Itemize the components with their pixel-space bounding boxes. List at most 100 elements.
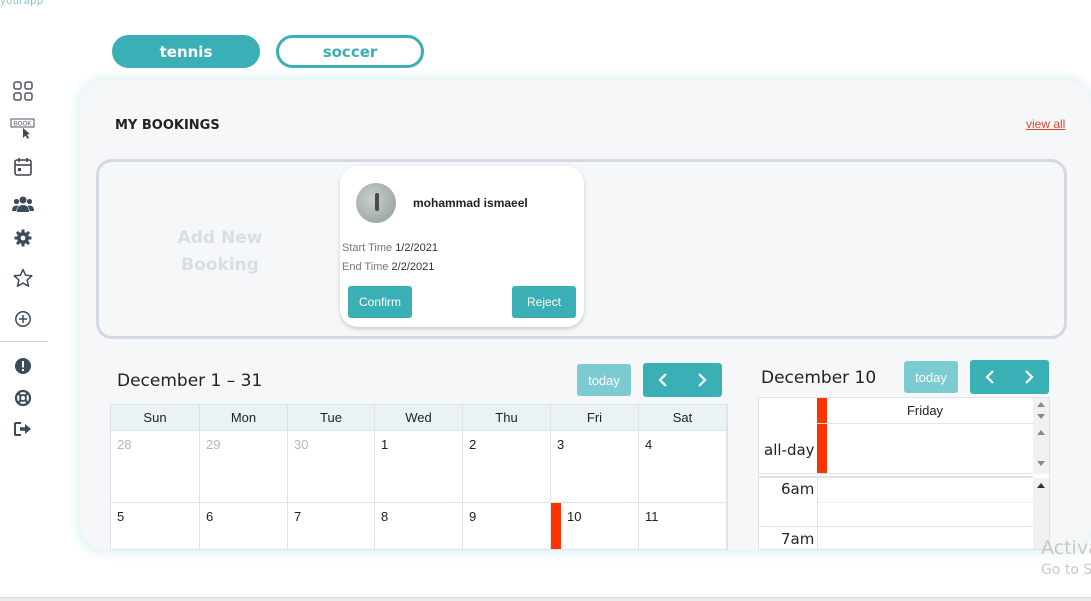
day-cell[interactable]: 2 [463, 431, 551, 503]
day-cell[interactable]: 29 [200, 431, 288, 503]
scroll-down-arrow-icon[interactable] [1037, 461, 1045, 466]
day-number: 11 [645, 509, 659, 524]
add-circle-icon[interactable] [10, 306, 36, 332]
month-nav-group [643, 363, 722, 397]
day-number: 29 [206, 437, 221, 452]
start-time-row: Start Time 1/2/2021 [342, 242, 438, 254]
day-number: 8 [381, 509, 389, 524]
day-number: 1 [381, 437, 389, 452]
day-number: 7 [294, 509, 302, 524]
end-time-value: 2/2/2021 [391, 261, 435, 273]
month-grid: Sun Mon Tue Wed Thu Fri Sat 28 29 30 1 2 3 4 5 6 7 8 9 10 1… [110, 404, 728, 550]
day-cell[interactable]: 9 [463, 503, 551, 549]
grid-icon[interactable] [10, 78, 36, 104]
day-prev-button[interactable] [970, 360, 1010, 394]
day-number: 5 [117, 509, 125, 524]
scroll-up-arrow-icon[interactable] [1037, 483, 1045, 488]
day-cell[interactable]: 7 [288, 503, 375, 549]
start-time-value: 1/2/2021 [395, 242, 439, 254]
weekday-header: Sat [639, 405, 727, 431]
view-all-link[interactable]: view all [1026, 117, 1065, 131]
day-number: 6 [206, 509, 214, 524]
day-nav-group [970, 360, 1049, 394]
day-cell[interactable]: 11 [639, 503, 727, 549]
avatar [356, 183, 396, 223]
calendar-icon[interactable] [10, 154, 36, 180]
add-new-booking-button[interactable]: Add New Booking [165, 225, 275, 279]
activate-windows-title: Activate Windows [1041, 537, 1091, 559]
month-calendar-title: December 1 – 31 [117, 371, 263, 391]
tab-tennis[interactable]: tennis [112, 35, 260, 68]
weekday-header: Tue [288, 405, 375, 431]
day-cell[interactable]: 5 [111, 503, 200, 549]
event-indicator[interactable] [551, 503, 561, 549]
all-day-scrollbar[interactable] [1033, 398, 1049, 474]
booking-card: mohammad ismaeel Start Time 1/2/2021 End… [340, 166, 584, 327]
all-day-divider [759, 476, 1033, 478]
lifebuoy-icon[interactable] [10, 385, 36, 411]
day-number: 3 [557, 437, 565, 452]
alert-icon[interactable] [10, 353, 36, 379]
time-label-7am: 7am [781, 530, 815, 548]
brand-logo: yourapp [0, 0, 44, 7]
day-cell[interactable]: 1 [375, 431, 463, 503]
weekday-header: Thu [463, 405, 551, 431]
day-number: 10 [567, 509, 582, 524]
day-cell[interactable]: 8 [375, 503, 463, 549]
star-icon[interactable] [10, 265, 36, 291]
logout-icon[interactable] [10, 416, 36, 442]
weekday-header: Fri [551, 405, 639, 431]
window-bottom-edge [0, 597, 1091, 601]
week-row: 28 29 30 1 2 3 4 [111, 431, 727, 503]
chevron-right-icon [1025, 370, 1034, 384]
day-number: 30 [294, 437, 309, 452]
scroll-down-arrow-icon[interactable] [1037, 414, 1045, 419]
scroll-up-arrow-icon[interactable] [1037, 402, 1045, 407]
month-prev-button[interactable] [643, 363, 683, 397]
day-cell[interactable]: 10 [551, 503, 639, 549]
day-number: 28 [117, 437, 132, 452]
tab-soccer[interactable]: soccer [276, 35, 424, 68]
start-time-label: Start Time [342, 242, 393, 254]
weekday-header-row: Sun Mon Tue Wed Thu Fri Sat [111, 405, 727, 431]
time-label-6am: 6am [781, 480, 815, 498]
day-calendar-title: December 10 [761, 368, 877, 388]
scroll-up-arrow-icon[interactable] [1037, 430, 1045, 435]
activate-windows-subtitle: Go to Settings to activate Windows. [1041, 562, 1091, 578]
app-root: yourapp BOOK tennis soccer MY BOOKINGS v… [0, 0, 1091, 601]
chevron-left-icon [985, 370, 994, 384]
day-number: 9 [469, 509, 477, 524]
day-cell[interactable]: 4 [639, 431, 727, 503]
confirm-button[interactable]: Confirm [348, 286, 412, 318]
month-today-button[interactable]: today [577, 364, 631, 396]
day-grid: Friday all-day 6am 7am [758, 397, 1050, 550]
svg-text:BOOK: BOOK [14, 121, 32, 128]
chevron-left-icon [658, 373, 667, 387]
time-gutter-line [817, 478, 818, 549]
reject-button[interactable]: Reject [512, 286, 576, 318]
weekday-header: Mon [200, 405, 288, 431]
month-grid-body: 28 29 30 1 2 3 4 5 6 7 8 9 10 11 [111, 431, 727, 549]
end-time-label: End Time [342, 261, 389, 273]
day-cell[interactable]: 6 [200, 503, 288, 549]
bookings-title: MY BOOKINGS [115, 118, 220, 133]
day-cell[interactable]: 30 [288, 431, 375, 503]
day-cell[interactable]: 28 [111, 431, 200, 503]
end-time-row: End Time 2/2/2021 [342, 261, 434, 273]
month-next-button[interactable] [683, 363, 723, 397]
users-icon[interactable] [10, 191, 36, 217]
book-icon[interactable]: BOOK [10, 116, 36, 142]
day-column-header: Friday [817, 398, 1033, 424]
booking-user-name: mohammad ismaeel [413, 196, 528, 210]
weekday-header: Wed [375, 405, 463, 431]
day-next-button[interactable] [1010, 360, 1050, 394]
day-today-button[interactable]: today [904, 361, 958, 393]
weekday-header: Sun [111, 405, 200, 431]
day-cell[interactable]: 3 [551, 431, 639, 503]
hour-line [759, 526, 1033, 527]
sidebar-divider [0, 341, 48, 342]
week-row: 5 6 7 8 9 10 11 [111, 503, 727, 549]
half-hour-line [817, 502, 1033, 503]
all-day-label: all-day [764, 441, 815, 459]
gear-icon[interactable] [10, 225, 36, 251]
